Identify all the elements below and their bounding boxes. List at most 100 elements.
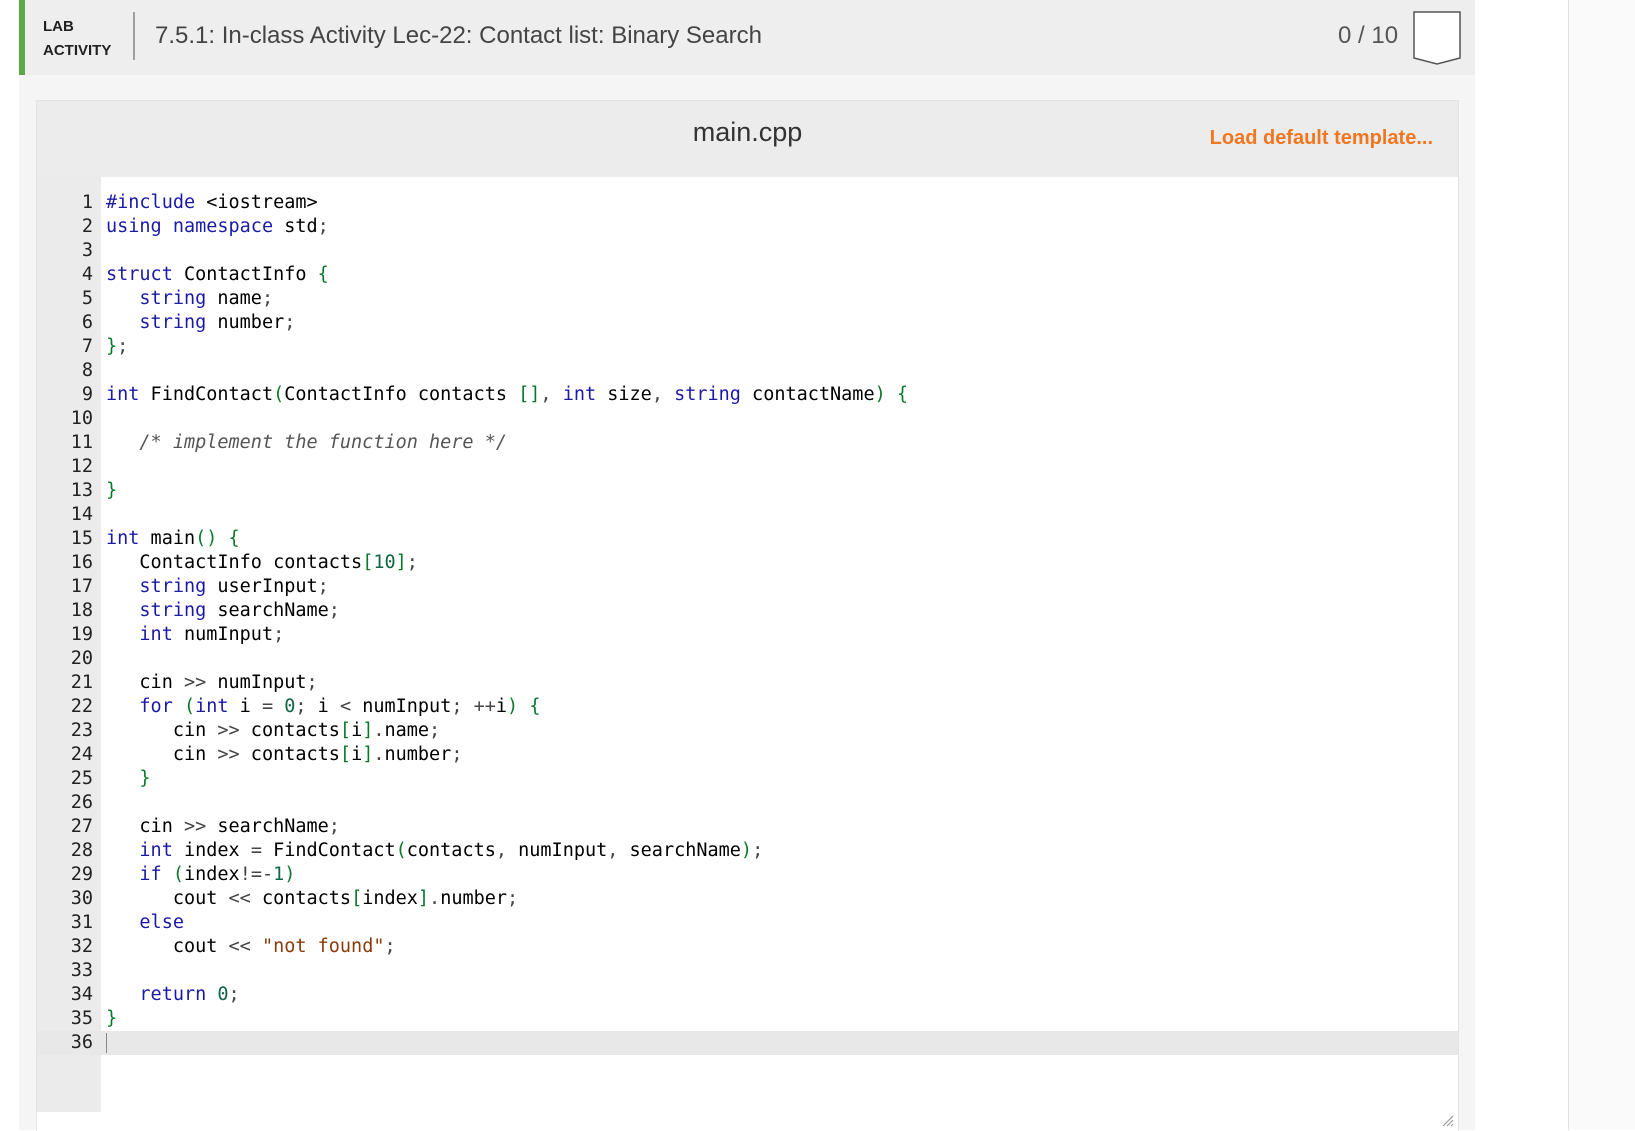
load-default-template-link[interactable]: Load default template... xyxy=(1210,127,1433,150)
code-text[interactable]: return 0; xyxy=(106,983,239,1007)
line-number: 34 xyxy=(70,984,93,1005)
line-number: 5 xyxy=(81,288,93,309)
code-text[interactable]: #include <iostream> xyxy=(106,191,318,215)
code-text[interactable]: using namespace std; xyxy=(106,215,329,239)
code-line[interactable]: 16 ContactInfo contacts[10]; xyxy=(37,551,1458,575)
code-text[interactable]: string name; xyxy=(106,287,273,311)
code-line[interactable]: 10 xyxy=(37,407,1458,431)
code-line[interactable]: 34 return 0; xyxy=(37,983,1458,1007)
code-line[interactable]: 27 cin >> searchName; xyxy=(37,815,1458,839)
code-line[interactable]: 22 for (int i = 0; i < numInput; ++i) { xyxy=(37,695,1458,719)
text-cursor xyxy=(106,1033,107,1053)
code-text[interactable]: } xyxy=(106,1007,117,1031)
code-text[interactable]: int numInput; xyxy=(106,623,284,647)
line-number: 22 xyxy=(70,696,93,717)
code-line[interactable]: 26 xyxy=(37,791,1458,815)
code-line[interactable]: 19 int numInput; xyxy=(37,623,1458,647)
code-text[interactable]: cout << contacts[index].number; xyxy=(106,887,518,911)
line-number: 26 xyxy=(70,792,93,813)
code-text[interactable]: } xyxy=(106,479,117,503)
code-line[interactable]: 21 cin >> numInput; xyxy=(37,671,1458,695)
code-line[interactable]: 31 else xyxy=(37,911,1458,935)
line-number: 24 xyxy=(70,744,93,765)
editor-header: main.cpp Load default template... xyxy=(37,101,1458,177)
code-text[interactable]: string userInput; xyxy=(106,575,328,599)
line-number: 10 xyxy=(70,408,93,429)
line-number: 11 xyxy=(70,432,93,453)
code-text[interactable]: if (index!=-1) xyxy=(106,863,295,887)
code-line[interactable]: 36 xyxy=(37,1031,1458,1055)
lab-type-line1: LAB xyxy=(43,18,74,35)
code-area[interactable]: 1 #include <iostream> 2 using namespace std… xyxy=(37,177,1458,1131)
code-text[interactable]: cin >> numInput; xyxy=(106,671,317,695)
code-line[interactable]: 33 xyxy=(37,959,1458,983)
code-line[interactable]: 5 string name; xyxy=(37,287,1458,311)
line-number: 28 xyxy=(70,840,93,861)
code-text[interactable]: cin >> searchName; xyxy=(106,815,340,839)
code-line[interactable]: 14 xyxy=(37,503,1458,527)
code-line[interactable]: 8 xyxy=(37,359,1458,383)
code-line[interactable]: 29 if (index!=-1) xyxy=(37,863,1458,887)
line-number: 16 xyxy=(70,552,93,573)
code-line[interactable]: 17 string userInput; xyxy=(37,575,1458,599)
line-number: 25 xyxy=(70,768,93,789)
line-number: 14 xyxy=(70,504,93,525)
code-text[interactable]: } xyxy=(106,767,150,791)
code-lines[interactable]: 1 #include <iostream> 2 using namespace std… xyxy=(37,191,1458,1055)
line-number: 33 xyxy=(70,960,93,981)
lab-activity-label: LAB ACTIVITY xyxy=(43,15,133,63)
code-text[interactable]: }; xyxy=(106,335,128,359)
right-strip xyxy=(1569,0,1635,1130)
line-number: 31 xyxy=(70,912,93,933)
code-line[interactable]: 35} xyxy=(37,1007,1458,1031)
code-text[interactable]: cin >> contacts[i].name; xyxy=(106,719,440,743)
code-text[interactable]: struct ContactInfo { xyxy=(106,263,329,287)
line-number: 2 xyxy=(81,216,93,237)
code-text[interactable]: /* implement the function here */ xyxy=(106,431,507,455)
line-number: 18 xyxy=(70,600,93,621)
line-number: 9 xyxy=(81,384,93,405)
code-line[interactable]: 32 cout << "not found"; xyxy=(37,935,1458,959)
line-number: 4 xyxy=(81,264,93,285)
line-number: 32 xyxy=(70,936,93,957)
code-line[interactable]: 11 /* implement the function here */ xyxy=(37,431,1458,455)
line-number: 23 xyxy=(70,720,93,741)
code-text[interactable]: else xyxy=(106,911,184,935)
code-text[interactable]: int FindContact(ContactInfo contacts [],… xyxy=(106,383,908,407)
code-line[interactable]: 3 xyxy=(37,239,1458,263)
code-line[interactable]: 4 struct ContactInfo { xyxy=(37,263,1458,287)
code-line[interactable]: 20 xyxy=(37,647,1458,671)
code-line[interactable]: 15 int main() { xyxy=(37,527,1458,551)
code-text[interactable]: int main() { xyxy=(106,527,240,551)
line-number: 20 xyxy=(70,648,93,669)
code-text[interactable]: string searchName; xyxy=(106,599,340,623)
resize-handle-icon[interactable] xyxy=(1440,1113,1454,1127)
code-line[interactable]: 23 cin >> contacts[i].name; xyxy=(37,719,1458,743)
code-line[interactable]: 1 #include <iostream> xyxy=(37,191,1458,215)
code-line[interactable]: 2 using namespace std; xyxy=(37,215,1458,239)
code-text[interactable] xyxy=(106,1031,107,1055)
code-text[interactable]: string number; xyxy=(106,311,295,335)
code-line[interactable]: 18 string searchName; xyxy=(37,599,1458,623)
code-text[interactable]: cout << "not found"; xyxy=(106,935,396,959)
code-text[interactable]: int index = FindContact(contacts, numInp… xyxy=(106,839,763,863)
code-line[interactable]: 30 cout << contacts[index].number; xyxy=(37,887,1458,911)
code-text[interactable]: cin >> contacts[i].number; xyxy=(106,743,463,767)
line-number: 3 xyxy=(81,240,93,261)
code-line[interactable]: 9 int FindContact(ContactInfo contacts []… xyxy=(37,383,1458,407)
code-text[interactable]: for (int i = 0; i < numInput; ++i) { xyxy=(106,695,540,719)
line-number: 29 xyxy=(70,864,93,885)
code-text[interactable]: ContactInfo contacts[10]; xyxy=(106,551,417,575)
line-number: 35 xyxy=(70,1008,93,1029)
line-number: 21 xyxy=(70,672,93,693)
code-line[interactable]: 7}; xyxy=(37,335,1458,359)
code-line[interactable]: 12 xyxy=(37,455,1458,479)
line-number: 30 xyxy=(70,888,93,909)
code-line[interactable]: 28 int index = FindContact(contacts, num… xyxy=(37,839,1458,863)
code-line[interactable]: 13} xyxy=(37,479,1458,503)
header-divider xyxy=(133,12,135,60)
code-line[interactable]: 25 } xyxy=(37,767,1458,791)
line-number: 12 xyxy=(70,456,93,477)
code-line[interactable]: 6 string number; xyxy=(37,311,1458,335)
code-line[interactable]: 24 cin >> contacts[i].number; xyxy=(37,743,1458,767)
